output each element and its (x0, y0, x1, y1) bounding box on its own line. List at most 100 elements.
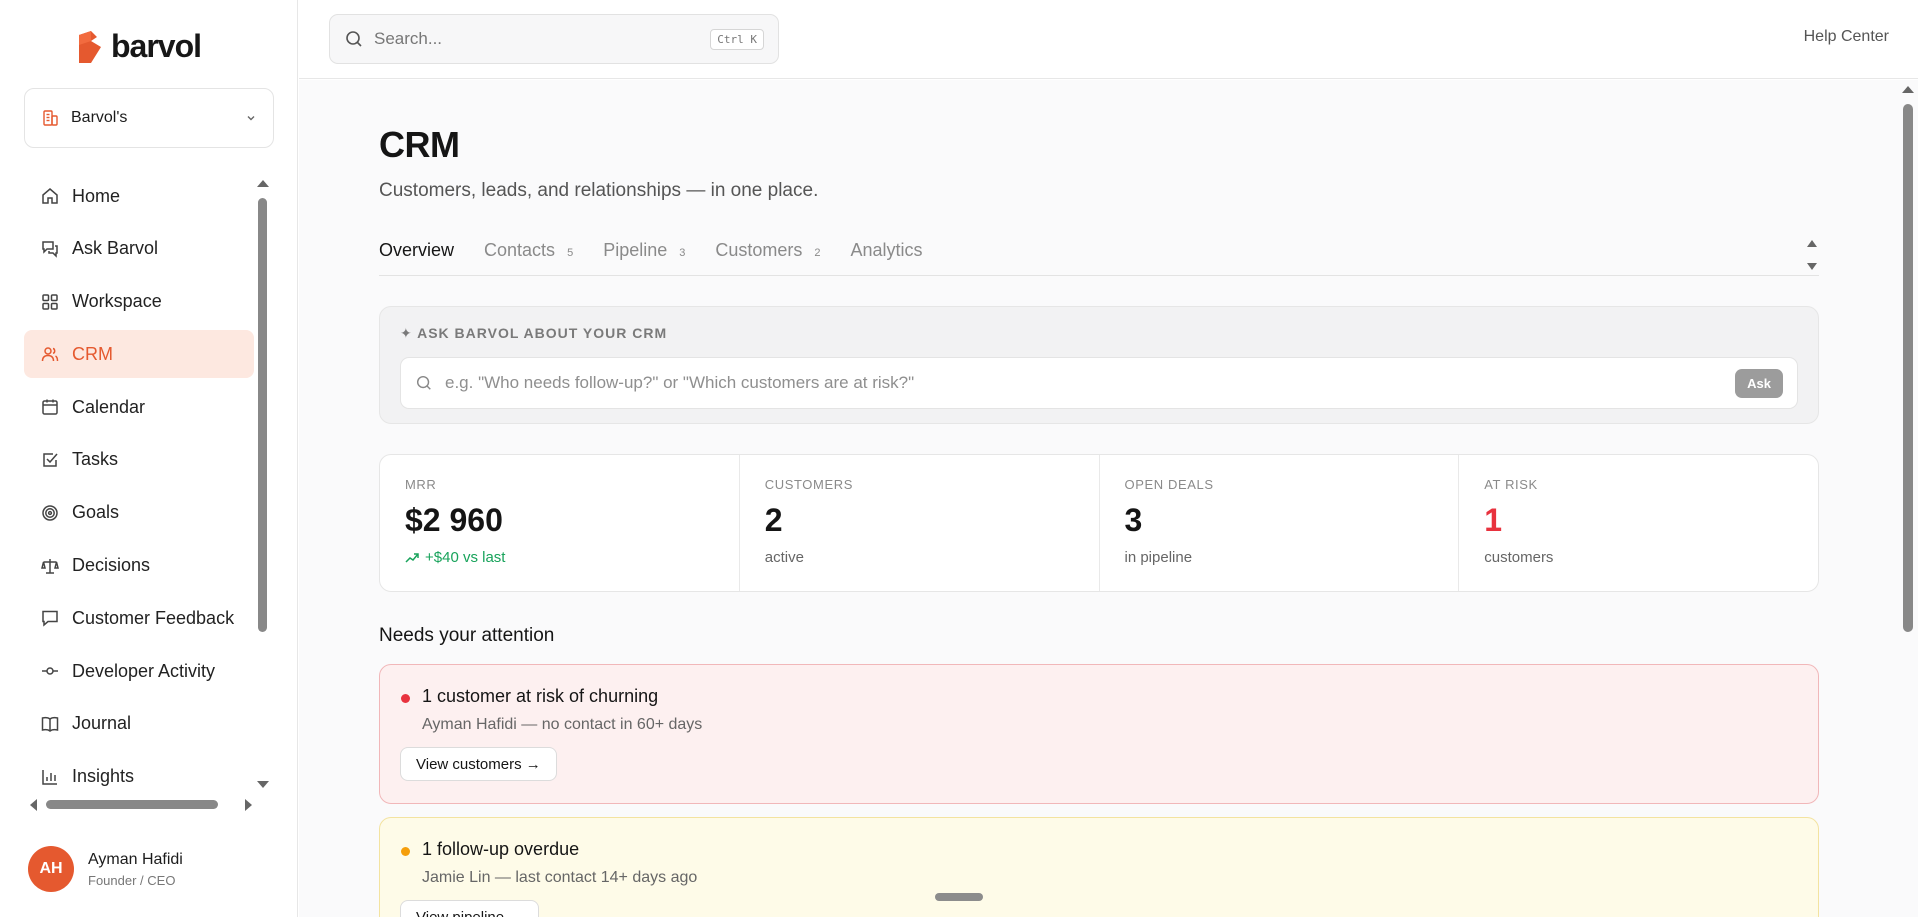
scroll-thumb[interactable] (1903, 104, 1913, 632)
book-icon (41, 716, 59, 732)
scroll-left-arrow-icon[interactable] (30, 799, 37, 811)
scroll-down-arrow-icon[interactable] (1807, 263, 1817, 270)
status-dot (401, 694, 410, 703)
tab-contacts[interactable]: Contacts 5 (484, 232, 573, 261)
section-title: Needs your attention (379, 625, 555, 646)
scroll-right-arrow-icon[interactable] (245, 799, 252, 811)
sidebar-item-workspace[interactable]: Workspace (24, 278, 254, 326)
check-square-icon (43, 453, 58, 467)
bar-chart-icon (42, 769, 57, 785)
status-dot (401, 847, 410, 856)
stat-label: MRR (405, 477, 437, 492)
sidebar-item-label: Goals (72, 502, 120, 523)
sidebar-item-label: Developer Activity (72, 660, 216, 681)
sidebar: barvol Barvol's Home Ask Barvol Workspac… (0, 0, 298, 917)
sidebar-vertical-scrollbar[interactable] (256, 178, 270, 794)
stat-trend-text: +$40 vs last (425, 549, 506, 566)
sidebar-item-ask-barvol[interactable]: Ask Barvol (24, 225, 254, 273)
ask-crm-input[interactable]: e.g. "Who needs follow-up?" or "Which cu… (400, 357, 1798, 409)
sidebar-item-label: Tasks (72, 449, 119, 470)
tab-label: Overview (379, 240, 455, 260)
alert-title: 1 customer at risk of churning (422, 686, 659, 706)
sidebar-item-tasks[interactable]: Tasks (24, 436, 254, 484)
page-vertical-scrollbar[interactable] (1899, 80, 1918, 917)
git-commit-icon (42, 667, 58, 675)
tabs-scroll-control[interactable] (1807, 240, 1819, 270)
scroll-up-arrow-icon[interactable] (1807, 240, 1817, 247)
tab-count: 5 (567, 247, 574, 259)
scroll-up-arrow-icon[interactable] (1902, 86, 1914, 93)
scroll-thumb[interactable] (258, 198, 267, 632)
sidebar-horizontal-scrollbar[interactable] (30, 798, 252, 812)
crm-tabs: Overview Contacts 5 Pipeline 3 Customers… (379, 232, 1819, 276)
grid-icon (42, 293, 58, 310)
sidebar-item-label: Calendar (72, 396, 146, 417)
sidebar-item-home[interactable]: Home (24, 172, 254, 220)
page-title: CRM (379, 124, 460, 165)
tab-count: 2 (814, 247, 821, 259)
ask-panel-heading: ✦ ASK BARVOL ABOUT YOUR CRM (400, 325, 668, 341)
sidebar-item-decisions[interactable]: Decisions (24, 542, 254, 590)
tab-label: Contacts (484, 240, 556, 260)
org-switcher[interactable]: Barvol's (24, 88, 274, 148)
user-name: Ayman Hafidi (88, 850, 183, 868)
users-icon (41, 347, 59, 362)
sidebar-item-customer-feedback[interactable]: Customer Feedback (24, 594, 254, 642)
barvol-logo-icon (79, 30, 101, 63)
tab-analytics[interactable]: Analytics (851, 232, 923, 261)
sidebar-item-crm[interactable]: CRM (24, 330, 254, 379)
sidebar-item-journal[interactable]: Journal (24, 700, 254, 748)
sidebar-item-developer-activity[interactable]: Developer Activity (24, 647, 254, 695)
search-shortcut-badge: Ctrl K (710, 28, 764, 50)
chevron-down-icon (247, 116, 255, 121)
brand-name: barvol (111, 28, 202, 64)
ask-barvol-panel: ✦ ASK BARVOL ABOUT YOUR CRM e.g. "Who ne… (379, 306, 1819, 424)
stat-at-risk: AT RISK 1 customers (1459, 455, 1818, 591)
drag-handle[interactable] (935, 893, 983, 901)
stat-value: 3 (1124, 502, 1143, 538)
sidebar-item-label: Insights (72, 766, 135, 787)
view-customers-button[interactable]: View customers → (400, 747, 557, 781)
scroll-down-arrow-icon[interactable] (257, 781, 269, 788)
scroll-up-arrow-icon[interactable] (257, 180, 269, 187)
main-content: CRM Customers, leads, and relationships … (299, 80, 1899, 917)
help-center-link[interactable]: Help Center (1804, 28, 1889, 46)
stats-panel: MRR $2 960 +$40 vs last CUSTOMERS 2 acti… (379, 454, 1819, 592)
top-bar: Search... Ctrl K Help Center (299, 0, 1918, 79)
tab-count: 3 (679, 247, 686, 259)
stat-value: 1 (1484, 502, 1503, 538)
stat-open-deals: OPEN DEALS 3 in pipeline (1100, 455, 1460, 591)
alert-description: Jamie Lin — last contact 14+ days ago (422, 869, 698, 886)
stat-sub: in pipeline (1124, 549, 1193, 566)
sidebar-item-goals[interactable]: Goals (24, 489, 254, 537)
view-pipeline-button[interactable]: View pipeline → (400, 900, 540, 917)
stat-label: CUSTOMERS (764, 477, 853, 492)
trending-up-icon (405, 552, 419, 563)
page-subtitle: Customers, leads, and relationships — in… (379, 180, 819, 201)
stat-mrr: MRR $2 960 +$40 vs last (380, 455, 740, 591)
stat-sub: customers (1484, 549, 1554, 566)
tab-label: Pipeline (603, 240, 668, 260)
scroll-thumb[interactable] (46, 800, 218, 809)
sidebar-item-label: Journal (72, 713, 132, 734)
ask-input-placeholder: e.g. "Who needs follow-up?" or "Which cu… (445, 373, 915, 392)
scale-icon (41, 558, 59, 574)
alert-description: Ayman Hafidi — no contact in 60+ days (422, 716, 703, 733)
home-icon (42, 188, 58, 204)
global-search-input[interactable]: Search... Ctrl K (329, 14, 779, 64)
tab-label: Analytics (850, 240, 923, 260)
ask-button[interactable]: Ask (1735, 368, 1783, 398)
user-profile[interactable]: AH Ayman Hafidi Founder / CEO (28, 846, 183, 892)
brand-logo[interactable]: barvol (77, 28, 202, 65)
stat-trend: +$40 vs last (405, 549, 714, 566)
tab-overview[interactable]: Overview (379, 232, 454, 261)
alert-follow-up-overdue: 1 follow-up overdue Jamie Lin — last con… (379, 817, 1819, 917)
sidebar-item-calendar[interactable]: Calendar (24, 383, 254, 431)
sidebar-nav: Home Ask Barvol Workspace CRM Calendar T… (24, 172, 254, 788)
stat-value: $2 960 (405, 502, 503, 538)
avatar: AH (28, 846, 74, 892)
sidebar-item-insights[interactable]: Insights (24, 753, 254, 788)
calendar-icon (42, 399, 58, 415)
tab-pipeline[interactable]: Pipeline 3 (603, 232, 685, 261)
tab-customers[interactable]: Customers 2 (715, 232, 820, 261)
